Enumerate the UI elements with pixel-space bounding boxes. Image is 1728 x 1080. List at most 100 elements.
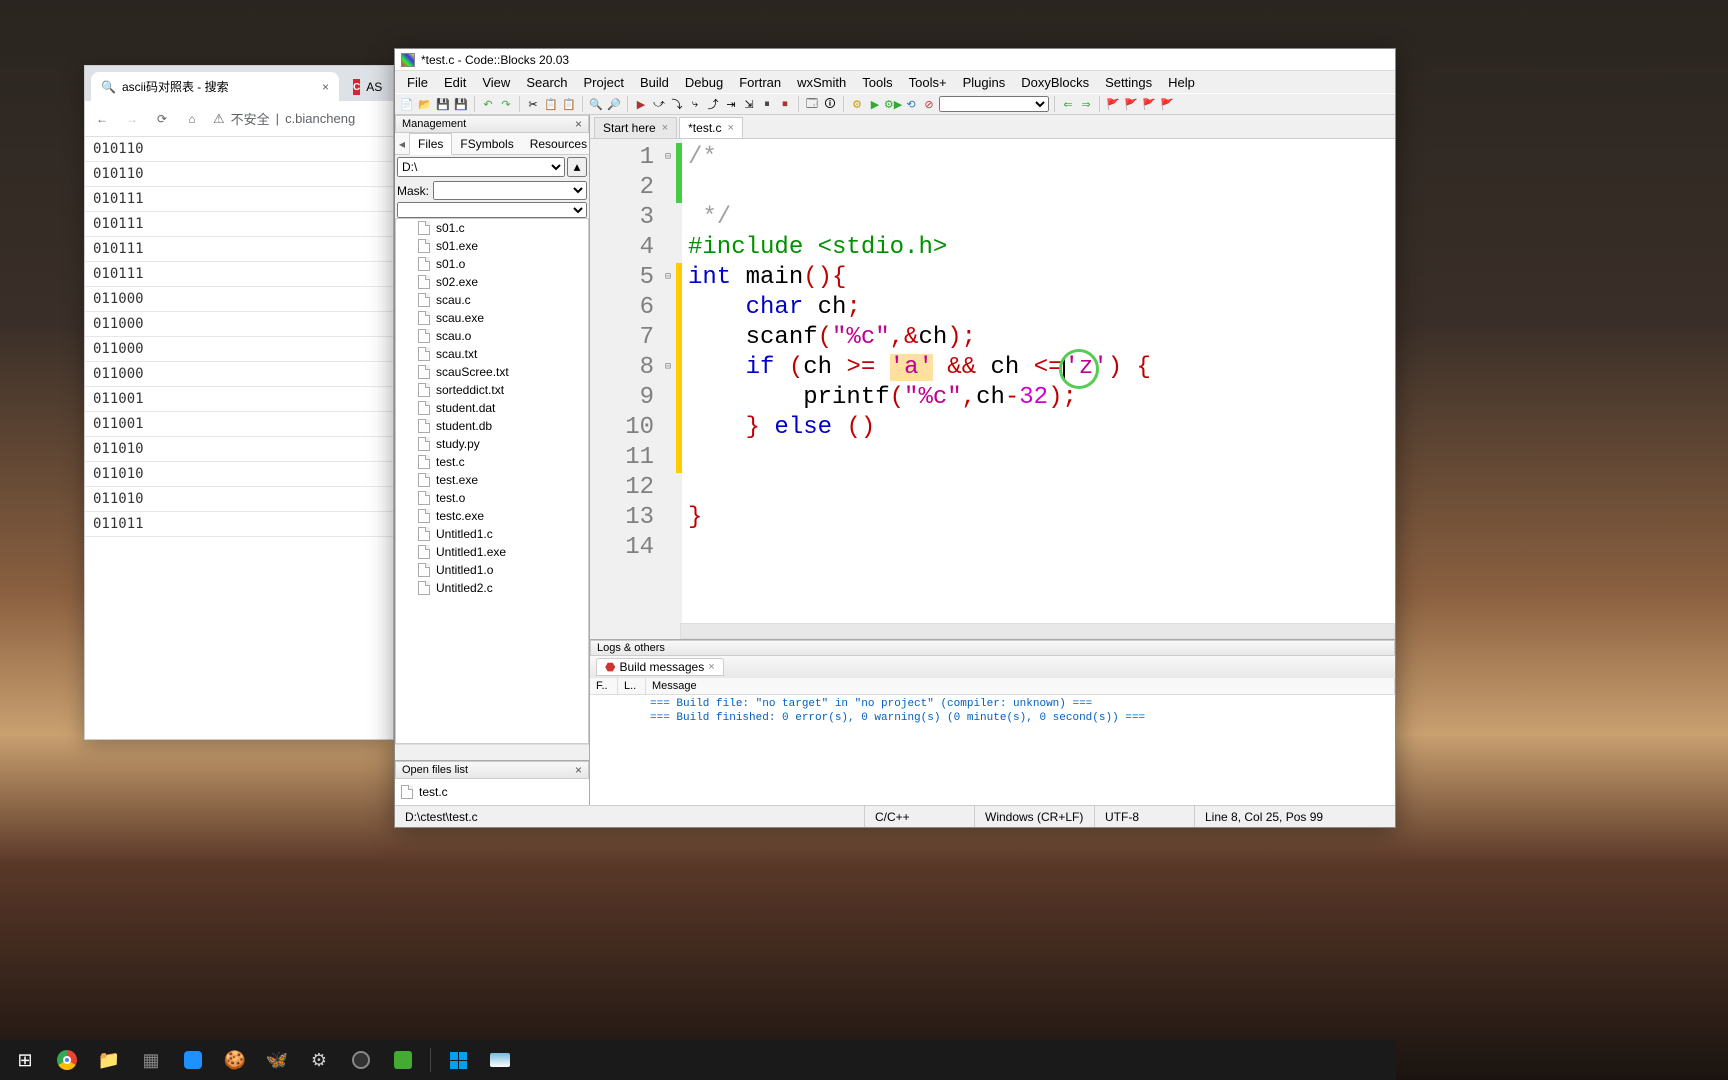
app-icon[interactable] <box>481 1042 519 1078</box>
app-icon[interactable]: ▦ <box>132 1042 170 1078</box>
abort-icon[interactable]: ⊘ <box>921 96 937 112</box>
editor-hscroll[interactable] <box>590 623 1395 639</box>
copy-icon[interactable]: 📋 <box>543 96 559 112</box>
tab-files[interactable]: Files <box>409 133 452 155</box>
file-item[interactable]: Untitled2.c <box>396 579 588 597</box>
menu-tools[interactable]: Tools <box>854 73 900 92</box>
chrome-tab-1[interactable]: 🔍 ascii码对照表 - 搜索 × <box>91 72 339 101</box>
file-item[interactable]: scau.o <box>396 327 588 345</box>
menu-doxyblocks[interactable]: DoxyBlocks <box>1013 73 1097 92</box>
tab-test-c[interactable]: *test.c × <box>679 117 743 138</box>
find-icon[interactable]: 🔍 <box>588 96 604 112</box>
tab-resources[interactable]: Resources <box>522 134 595 154</box>
menu-help[interactable]: Help <box>1160 73 1203 92</box>
start-button[interactable] <box>439 1042 477 1078</box>
code-content[interactable]: /* */ #include <stdio.h> int main(){ cha… <box>682 139 1395 623</box>
file-item[interactable]: student.dat <box>396 399 588 417</box>
chrome-tab-2[interactable]: C ASC <box>343 73 383 101</box>
file-list[interactable]: s01.cs01.exes01.os02.exescau.cscau.exesc… <box>395 218 589 744</box>
bookmark-prev-icon[interactable]: 🚩 <box>1123 96 1139 112</box>
file-item[interactable]: s01.o <box>396 255 588 273</box>
col-file[interactable]: F.. <box>590 678 618 694</box>
bookmark-next-icon[interactable]: 🚩 <box>1141 96 1157 112</box>
file-item[interactable]: Untitled1.exe <box>396 543 588 561</box>
menu-file[interactable]: File <box>399 73 436 92</box>
close-icon[interactable]: × <box>708 661 714 673</box>
run-to-cursor-icon[interactable]: ⤻ <box>651 96 667 112</box>
next-instr-icon[interactable]: ⇥ <box>723 96 739 112</box>
file-item[interactable]: test.c <box>396 453 588 471</box>
open-file-item[interactable]: test.c <box>419 785 448 799</box>
next-icon[interactable]: ⇒ <box>1078 96 1094 112</box>
close-icon[interactable]: × <box>322 80 329 94</box>
app-icon[interactable] <box>174 1042 212 1078</box>
file-item[interactable]: testc.exe <box>396 507 588 525</box>
mask-select[interactable] <box>433 181 587 200</box>
col-line[interactable]: L.. <box>618 678 646 694</box>
new-icon[interactable]: 📄 <box>399 96 415 112</box>
close-icon[interactable]: × <box>728 122 734 134</box>
menu-plugins[interactable]: Plugins <box>955 73 1014 92</box>
forward-icon[interactable]: → <box>123 110 141 128</box>
step-into-icon[interactable]: ⤷ <box>687 96 703 112</box>
stop-icon[interactable]: ⏹ <box>777 96 793 112</box>
back-icon[interactable]: ← <box>93 110 111 128</box>
file-item[interactable]: scauScree.txt <box>396 363 588 381</box>
menu-build[interactable]: Build <box>632 73 677 92</box>
file-item[interactable]: study.py <box>396 435 588 453</box>
close-icon[interactable]: × <box>662 122 668 134</box>
file-item[interactable]: s02.exe <box>396 273 588 291</box>
file-item[interactable]: test.o <box>396 489 588 507</box>
save-icon[interactable]: 💾 <box>435 96 451 112</box>
save-all-icon[interactable]: 💾 <box>453 96 469 112</box>
redo-icon[interactable]: ↷ <box>498 96 514 112</box>
app-icon[interactable] <box>384 1042 422 1078</box>
bookmark-icon[interactable]: 🚩 <box>1105 96 1121 112</box>
menu-search[interactable]: Search <box>518 73 575 92</box>
menu-fortran[interactable]: Fortran <box>731 73 789 92</box>
file-item[interactable]: Untitled1.o <box>396 561 588 579</box>
chrome-icon[interactable] <box>48 1042 86 1078</box>
menu-settings[interactable]: Settings <box>1097 73 1160 92</box>
app-icon[interactable] <box>342 1042 380 1078</box>
run-icon[interactable]: ▶ <box>867 96 883 112</box>
tab-fsymbols[interactable]: FSymbols <box>452 134 521 154</box>
col-message[interactable]: Message <box>646 678 1395 694</box>
hscroll[interactable] <box>395 744 589 760</box>
build-target-select[interactable] <box>939 96 1049 112</box>
file-item[interactable]: scau.c <box>396 291 588 309</box>
settings-icon[interactable]: ⚙ <box>300 1042 338 1078</box>
path-select[interactable]: D:\ <box>397 157 565 177</box>
address-bar[interactable]: ⚠ 不安全 | c.biancheng <box>213 109 385 128</box>
menu-view[interactable]: View <box>474 73 518 92</box>
rebuild-icon[interactable]: ⟲ <box>903 96 919 112</box>
break-icon[interactable]: ⏸ <box>759 96 775 112</box>
file-item[interactable]: s01.c <box>396 219 588 237</box>
close-icon[interactable]: × <box>575 117 582 131</box>
home-icon[interactable]: ⌂ <box>183 110 201 128</box>
menu-project[interactable]: Project <box>576 73 632 92</box>
menu-edit[interactable]: Edit <box>436 73 474 92</box>
tab-start-here[interactable]: Start here × <box>594 117 677 138</box>
bookmark-clear-icon[interactable]: 🚩 <box>1159 96 1175 112</box>
log-content[interactable]: === Build file: "no target" in "no proje… <box>590 695 1395 805</box>
tab-build-messages[interactable]: ⬣ Build messages × <box>596 658 724 676</box>
file-item[interactable]: Untitled1.c <box>396 525 588 543</box>
explorer-icon[interactable]: 📁 <box>90 1042 128 1078</box>
menu-debug[interactable]: Debug <box>677 73 731 92</box>
undo-icon[interactable]: ↶ <box>480 96 496 112</box>
menu-tools+[interactable]: Tools+ <box>901 73 955 92</box>
code-editor[interactable]: 1234567891011121314 ⊟⊟⊟ /* */ #include <… <box>590 139 1395 623</box>
build-icon[interactable]: ⚙ <box>849 96 865 112</box>
close-icon[interactable]: × <box>575 763 582 777</box>
file-item[interactable]: scau.txt <box>396 345 588 363</box>
debug-windows-icon[interactable]: 🗔 <box>804 96 820 112</box>
file-item[interactable]: test.exe <box>396 471 588 489</box>
prev-icon[interactable]: ⇐ <box>1060 96 1076 112</box>
open-icon[interactable]: 📂 <box>417 96 433 112</box>
next-line-icon[interactable]: ⤵ <box>669 96 685 112</box>
paste-icon[interactable]: 📋 <box>561 96 577 112</box>
file-item[interactable]: student.db <box>396 417 588 435</box>
replace-icon[interactable]: 🔎 <box>606 96 622 112</box>
step-out-icon[interactable]: ⤴ <box>705 96 721 112</box>
